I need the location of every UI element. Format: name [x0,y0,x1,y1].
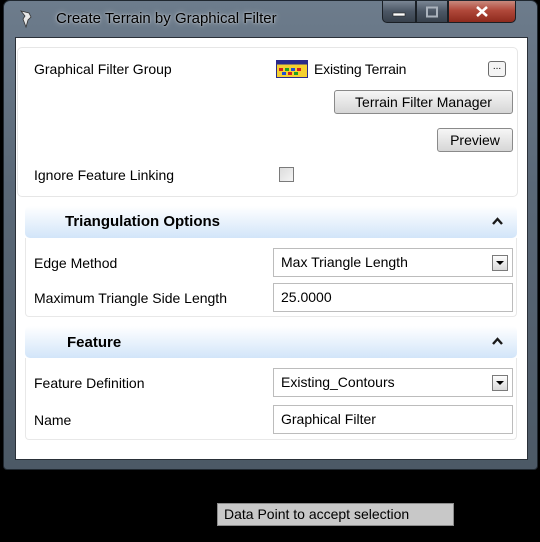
graphical-filter-group-label: Graphical Filter Group [34,61,172,77]
chevron-down-icon[interactable] [492,255,508,271]
feature-definition-label: Feature Definition [34,375,145,391]
feature-definition-select[interactable]: Existing_Contours [273,368,513,397]
feature-header[interactable]: Feature [25,326,517,358]
name-label: Name [34,412,72,428]
max-triangle-side-length-label: Maximum Triangle Side Length [34,290,227,306]
browse-filter-group-button[interactable]: ... [488,61,506,77]
civil-app-icon [18,10,34,29]
name-value: Graphical Filter [281,411,376,427]
minimize-icon [392,12,406,16]
minimize-button[interactable] [382,1,416,23]
maximize-icon [426,6,438,17]
maximize-button[interactable] [416,1,448,23]
name-input[interactable]: Graphical Filter [273,405,513,434]
filter-group-value[interactable]: Existing Terrain [314,61,406,77]
window-title: Create Terrain by Graphical Filter [56,10,277,27]
terrain-filter-manager-button[interactable]: Terrain Filter Manager [334,90,513,114]
chevron-down-icon[interactable] [492,375,508,391]
ignore-feature-linking-label: Ignore Feature Linking [34,167,175,183]
close-icon [476,6,488,17]
terrain-filter-icon [276,60,308,78]
edge-method-select[interactable]: Max Triangle Length [273,248,513,277]
chevron-up-icon[interactable] [492,217,503,225]
triangulation-options-header[interactable]: Triangulation Options [25,206,517,238]
edge-method-label: Edge Method [34,255,118,271]
close-button[interactable] [448,1,516,23]
feature-title: Feature [67,334,122,351]
max-triangle-side-length-input[interactable]: 25.0000 [273,283,513,312]
preview-button[interactable]: Preview [437,128,513,152]
caption-buttons [382,1,516,25]
feature-definition-value: Existing_Contours [281,374,395,390]
edge-method-value: Max Triangle Length [281,254,408,270]
status-prompt: Data Point to accept selection [217,503,454,526]
triangulation-options-title: Triangulation Options [65,213,220,230]
chevron-up-icon[interactable] [492,337,503,345]
ignore-feature-linking-checkbox[interactable] [279,167,294,182]
title-bar[interactable]: Create Terrain by Graphical Filter [4,1,537,37]
max-triangle-side-length-value: 25.0000 [281,289,332,305]
